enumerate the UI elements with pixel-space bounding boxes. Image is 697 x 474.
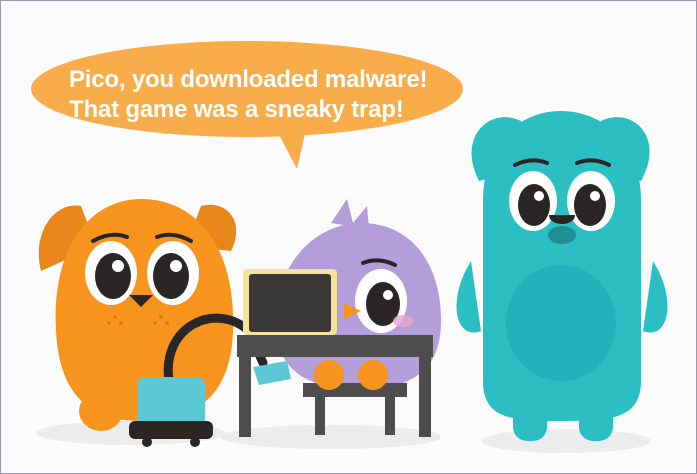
scene-frame: Pico, you downloaded malware! That game … bbox=[0, 0, 697, 474]
laptop bbox=[243, 269, 337, 335]
desk bbox=[237, 335, 433, 437]
illustration bbox=[36, 111, 668, 453]
teal-shadow bbox=[481, 429, 651, 453]
teal-character bbox=[456, 111, 668, 441]
desk-shadow bbox=[221, 425, 441, 449]
